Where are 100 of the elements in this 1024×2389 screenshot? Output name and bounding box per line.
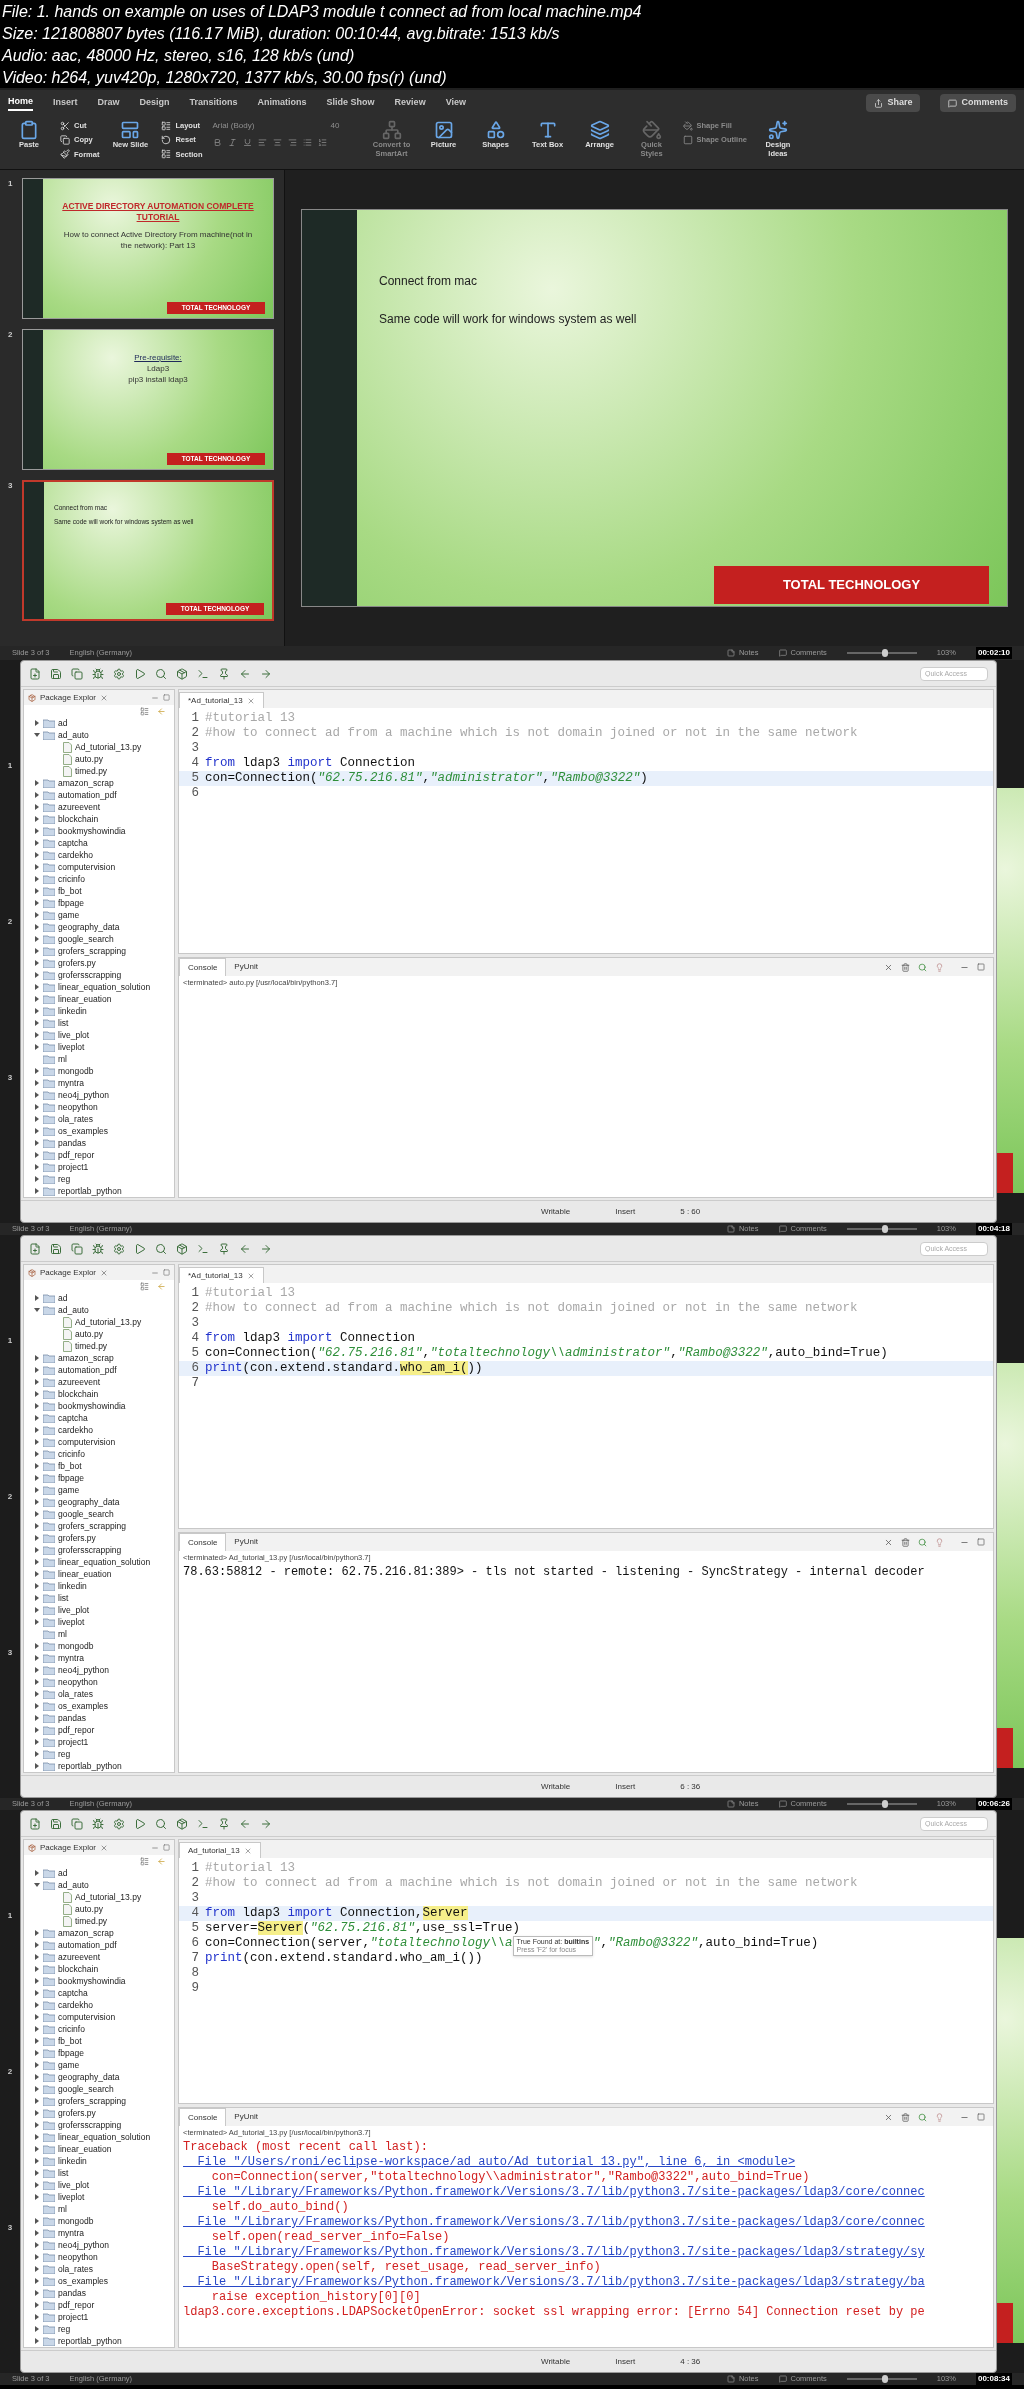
collapsed-arrow-icon[interactable] [34,792,40,798]
collapsed-arrow-icon[interactable] [34,1619,40,1625]
console-tab[interactable]: PyUnit [226,958,266,976]
file-item[interactable]: Ad_tutorial_13.py [63,741,142,753]
collapsed-arrow-icon[interactable] [34,960,40,966]
collapsed-arrow-icon[interactable] [34,1739,40,1745]
collapsed-arrow-icon[interactable] [34,1080,40,1086]
remove-launch-icon[interactable] [884,2112,893,2122]
collapsed-arrow-icon[interactable] [34,2014,40,2020]
collapsed-arrow-icon[interactable] [34,1116,40,1122]
folder-item[interactable]: amazon_scrap [43,777,114,789]
collapsed-arrow-icon[interactable] [34,1463,40,1469]
collapsed-arrow-icon[interactable] [34,2254,40,2260]
file-item[interactable]: timed.py [63,1915,108,1927]
collapsed-arrow-icon[interactable] [34,2218,40,2224]
collapsed-arrow-icon[interactable] [34,1415,40,1421]
folder-item[interactable]: reg [43,2323,71,2335]
collapsed-arrow-icon[interactable] [34,804,40,810]
collapsed-arrow-icon[interactable] [34,2050,40,2056]
collapse-all-icon[interactable] [140,1281,149,1291]
folder-item[interactable]: cricinfo [43,1448,85,1460]
collapsed-arrow-icon[interactable] [34,2110,40,2116]
collapsed-arrow-icon[interactable] [34,1487,40,1493]
collapsed-arrow-icon[interactable] [34,1092,40,1098]
folder-item[interactable]: google_search [43,2083,114,2095]
close-icon[interactable] [100,1843,109,1852]
collapsed-arrow-icon[interactable] [34,1643,40,1649]
folder-item[interactable]: ad_auto [43,729,89,741]
collapsed-arrow-icon[interactable] [34,2170,40,2176]
ribbon-tab[interactable]: View [445,96,466,110]
folder-item[interactable]: grofers.py [43,1532,96,1544]
collapsed-arrow-icon[interactable] [34,1966,40,1972]
folder-item[interactable]: ola_rates [43,2263,93,2275]
collapsed-arrow-icon[interactable] [34,1152,40,1158]
copy-icon[interactable] [71,667,83,680]
gear-icon[interactable] [113,667,125,680]
zoom-slider[interactable] [846,1800,917,1808]
collapsed-arrow-icon[interactable] [34,2158,40,2164]
collapsed-arrow-icon[interactable] [34,1547,40,1553]
folder-item[interactable]: linear_equation_solution [43,1556,151,1568]
package-icon[interactable] [176,667,188,680]
file-item[interactable]: timed.py [63,1340,108,1352]
folder-item[interactable]: grofersscrapping [43,1544,122,1556]
collapsed-arrow-icon[interactable] [34,1008,40,1014]
play-icon[interactable] [134,667,146,680]
collapsed-arrow-icon[interactable] [34,1104,40,1110]
folder-item[interactable]: project1 [43,1161,89,1173]
ribbon-tab[interactable]: Slide Show [326,96,375,110]
collapsed-arrow-icon[interactable] [34,1188,40,1194]
folder-item[interactable]: neopython [43,2251,98,2263]
expanded-arrow-icon[interactable] [34,1307,40,1313]
folder-item[interactable]: linear_equation_solution [43,981,151,993]
collapsed-arrow-icon[interactable] [34,1164,40,1170]
collapsed-arrow-icon[interactable] [34,1355,40,1361]
collapsed-arrow-icon[interactable] [34,2242,40,2248]
collapsed-arrow-icon[interactable] [34,2338,40,2344]
file-item[interactable]: auto.py [63,753,103,765]
search-icon[interactable] [918,1537,927,1547]
collapsed-arrow-icon[interactable] [34,2230,40,2236]
folder-item[interactable]: reportlab_python [43,1760,122,1772]
collapsed-arrow-icon[interactable] [34,828,40,834]
folder-item[interactable]: automation_pdf [43,1364,117,1376]
close-icon[interactable] [100,1268,109,1277]
folder-item[interactable]: game [43,1484,80,1496]
folder-item[interactable]: pdf_repor [43,1724,95,1736]
collapsed-arrow-icon[interactable] [34,996,40,1002]
folder-item[interactable]: fb_bot [43,885,82,897]
folder-item[interactable]: bookmyshowindia [43,1975,126,1987]
trash-icon[interactable] [901,2112,910,2122]
collapsed-arrow-icon[interactable] [34,780,40,786]
search-icon[interactable] [918,962,927,972]
terminal-icon[interactable] [197,1242,209,1255]
back-icon[interactable] [239,1817,251,1830]
ribbon-tab[interactable]: Home [8,94,33,112]
console-tab[interactable]: Console [179,958,227,976]
close-icon[interactable] [100,693,109,702]
folder-item[interactable]: azureevent [43,1376,101,1388]
pin-icon[interactable] [218,1242,230,1255]
search-icon[interactable] [155,667,167,680]
collapsed-arrow-icon[interactable] [34,840,40,846]
search-icon[interactable] [155,1242,167,1255]
collapsed-arrow-icon[interactable] [34,2134,40,2140]
collapsed-arrow-icon[interactable] [34,912,40,918]
folder-item[interactable]: liveplot [43,2191,85,2203]
folder-item[interactable]: list [43,2167,69,2179]
folder-item[interactable]: linear_euation [43,993,112,1005]
folder-item[interactable]: myntra [43,1652,84,1664]
folder-item[interactable]: mongodb [43,1065,94,1077]
collapsed-arrow-icon[interactable] [34,816,40,822]
file-item[interactable]: Ad_tutorial_13.py [63,1316,142,1328]
gear-icon[interactable] [113,1242,125,1255]
folder-item[interactable]: blockchain [43,1963,99,1975]
folder-item[interactable]: reg [43,1173,71,1185]
ribbon-tab[interactable]: Insert [53,96,78,110]
remove-launch-icon[interactable] [884,962,893,972]
folder-item[interactable]: computervision [43,861,116,873]
folder-item[interactable]: neo4j_python [43,1664,110,1676]
folder-item[interactable]: ola_rates [43,1688,93,1700]
collapsed-arrow-icon[interactable] [34,1954,40,1960]
collapsed-arrow-icon[interactable] [34,1691,40,1697]
